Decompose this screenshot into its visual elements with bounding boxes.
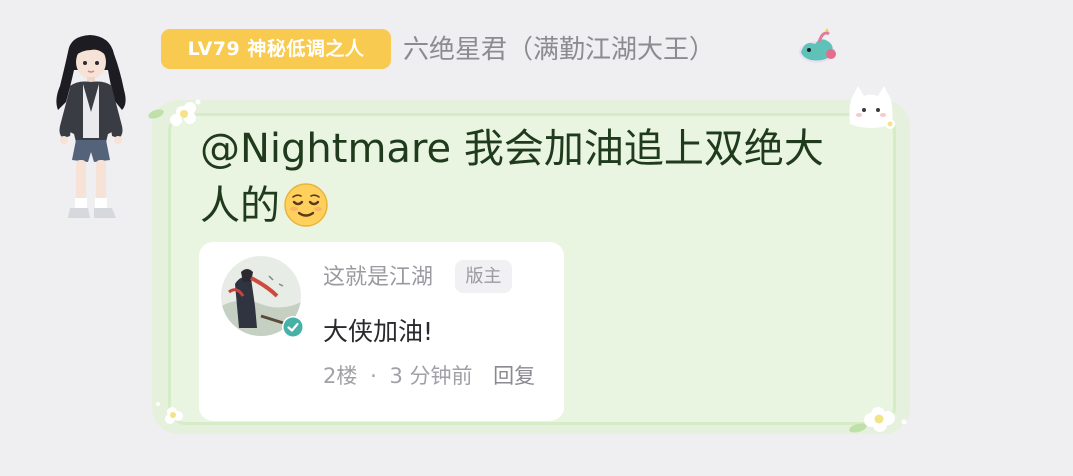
verified-icon: [282, 316, 304, 338]
reply-author-name[interactable]: 这就是江湖: [323, 262, 433, 294]
meta-separator: ·: [370, 364, 377, 388]
reply-meta: 2楼 · 3 分钟前 回复: [323, 360, 541, 392]
message-text: @Nightmare 我会加油追上双绝大人的: [200, 121, 840, 235]
cat-decoration-icon: [849, 86, 895, 129]
flower-decoration-icon: [148, 99, 201, 126]
moderator-badge: 版主: [455, 260, 512, 293]
user-avatar-figure[interactable]: [48, 30, 134, 226]
relieved-face-emoji-icon: [284, 183, 328, 227]
floor-number: 2楼: [323, 364, 358, 388]
comment-item: LV79 神秘低调之人 六绝星君（满勤江湖大王） @Nightmare 我会加油…: [0, 0, 1073, 476]
level-badge[interactable]: LV79 神秘低调之人: [161, 29, 391, 69]
decoration-badge-icon: [799, 28, 836, 63]
username[interactable]: 六绝星君（满勤江湖大王）: [403, 30, 715, 70]
reply-time: 3 分钟前: [389, 364, 473, 388]
flower-decoration-icon: [156, 402, 183, 424]
reply-text: 大侠加油!: [323, 317, 434, 346]
reply-button[interactable]: 回复: [493, 364, 535, 388]
flower-decoration-icon: [849, 407, 907, 433]
